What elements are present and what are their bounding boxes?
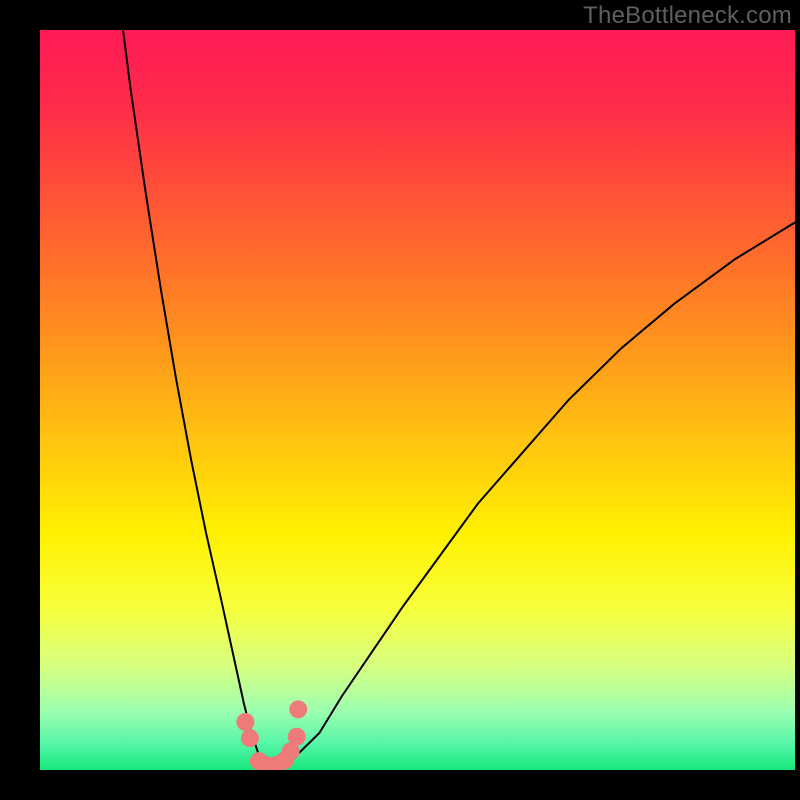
plot-area [40, 30, 795, 770]
marker-dot [236, 713, 254, 731]
marker-dot [288, 728, 306, 746]
chart-frame: TheBottleneck.com [0, 0, 800, 800]
marker-dot [289, 700, 307, 718]
gradient-background [40, 30, 795, 770]
watermark-text: TheBottleneck.com [583, 2, 792, 30]
chart-svg [40, 30, 795, 770]
marker-dot [241, 729, 259, 747]
